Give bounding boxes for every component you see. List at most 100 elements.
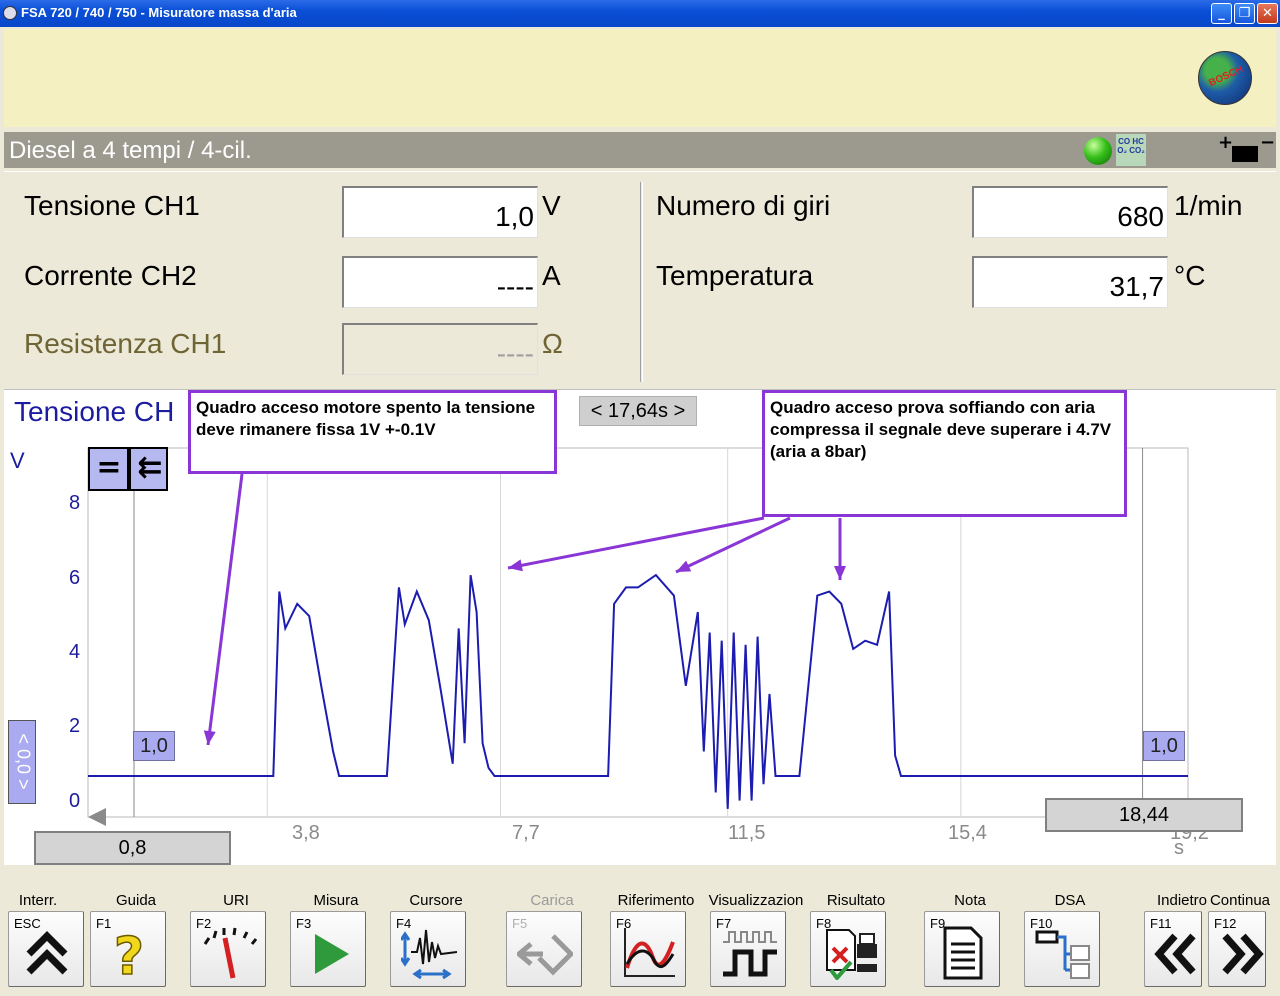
fkey-caption: Visualizzazion [708,892,804,909]
load-arrow-icon [517,934,573,976]
corrente-ch2-label: Corrente CH2 [24,260,197,291]
fkey-f12[interactable]: Continua F12 [1204,866,1280,996]
zoom-control[interactable]: = ⇇ [88,447,168,491]
fkey-button[interactable]: F8 [810,911,886,987]
question-mark-icon: ? [113,926,145,980]
fkey-caption: DSA [1054,892,1086,909]
square-wave-icon [723,931,777,977]
title-bar: FSA 720 / 740 / 750 - Misuratore massa d… [0,0,1280,27]
temperatura-value: 31,7 [972,256,1168,308]
document-icon [943,926,983,980]
corrente-ch2-value: ---- [342,256,538,308]
measurement-panel: Tensione CH1 1,0 V Corrente CH2 ---- A R… [4,171,1276,389]
dsa-tree-icon [1035,930,1090,979]
cursor-left-value[interactable]: 0,8 [34,831,231,865]
y-tick-label: 2 [69,715,81,737]
fkey-caption: URI [223,892,249,909]
zoom-shrink-icon[interactable]: ⇇ [131,449,169,489]
minimize-button[interactable]: _ [1211,3,1232,24]
y-tick-label: 4 [69,641,81,663]
brand-label: BOSCH [1207,63,1245,90]
reference-curve-icon [624,928,675,977]
fkey-f6[interactable]: Riferimento F6 [606,866,706,996]
fkey-button[interactable]: F9 [924,911,1000,987]
numero-giri-label: Numero di giri [656,190,831,221]
annotation-arrowhead [508,559,523,572]
fkey-f7[interactable]: Visualizzazion F7 [706,866,806,996]
offset-label: < 0,0 > [13,733,34,790]
fkey-f2[interactable]: URI F2 [186,866,286,996]
fkey-f9[interactable]: Nota F9 [920,866,1020,996]
x-tick-label: 15,4 [948,822,987,844]
battery-icon: + − [1218,132,1275,166]
play-icon [315,934,349,974]
double-chevron-up-icon [26,931,68,975]
temperatura-unit: °C [1174,260,1206,291]
fkey-caption: Interr. [18,892,58,909]
header-band: BOSCH [4,29,1276,127]
fkey-caption: Riferimento [617,892,695,909]
engine-type-label: Diesel a 4 tempi / 4-cil. [9,137,252,164]
y-tick-label: 0 [69,790,81,812]
corrente-ch2-unit: A [542,260,561,291]
fkey-button[interactable]: ESC [8,911,84,987]
y-tick-label: 8 [69,492,81,514]
annotation-arrow [206,473,244,746]
y-axis-unit: V [10,448,25,473]
fkey-button[interactable]: F11 [1144,911,1202,987]
fkey-button[interactable]: F12 [1208,911,1266,987]
x-tick-label: 7,7 [512,822,540,844]
chart-title: Tensione CH [14,396,175,427]
battery-plus: + [1218,132,1234,153]
resistenza-ch1-value: ---- [342,323,538,375]
close-button[interactable]: ✕ [1257,3,1278,24]
offset-control[interactable]: < 0,0 > [8,720,36,804]
y-tick-label: 6 [69,567,81,589]
x-tick-label: 3,8 [292,822,320,844]
callout-note-right: Quadro acceso prova soffiando con aria c… [762,390,1127,517]
zero-marker [88,808,106,826]
fkey-f3[interactable]: Misura F3 [286,866,386,996]
fkey-button[interactable]: F10 [1024,911,1100,987]
emission-badge-text: CO HC [1118,137,1144,146]
fkey-caption: Nota [954,892,986,909]
annotation-arrowhead [834,566,846,580]
marker-left-value: 1,0 [133,731,175,761]
fkey-caption: Continua [1209,892,1271,909]
fkey-button[interactable]: F6 [610,911,686,987]
oscilloscope-panel: Tensione CH < 17,64s > V 8 6 4 2 0 3,8 7… [4,389,1276,865]
status-ok-icon [1084,137,1112,165]
temperatura-label: Temperatura [656,260,814,291]
cursor-right-value[interactable]: 18,44 [1045,798,1243,832]
fkey-button[interactable]: F7 [710,911,786,987]
fkey-caption: Guida [115,892,157,909]
annotation-arrow [675,516,791,574]
double-chevron-right-icon [1222,933,1264,975]
maximize-button[interactable]: ❐ [1234,3,1255,24]
bosch-globe-logo: BOSCH [1198,51,1252,105]
signal-line [88,573,1188,809]
engine-bar: Diesel a 4 tempi / 4-cil. CO HC O₂ CO₂ +… [4,132,1276,168]
fkey-caption: Carica [530,892,574,909]
tensione-ch1-label: Tensione CH1 [24,190,200,221]
fkey-f4[interactable]: Cursore F4 [386,866,486,996]
app-window: { "window": { "title": "FSA 720 / 740 / … [0,0,1280,996]
tensione-ch1-unit: V [542,190,561,221]
fkey-button[interactable]: F1 ? [90,911,166,987]
double-chevron-left-icon [1154,933,1196,975]
time-window-display[interactable]: < 17,64s > [579,396,697,426]
resistenza-ch1-label: Resistenza CH1 [24,328,227,359]
numero-giri-value: 680 [972,186,1168,238]
fkey-f8[interactable]: Risultato F8 [806,866,906,996]
fkey-button[interactable]: F4 [390,911,466,987]
fkey-f5: Carica F5 [502,866,602,996]
fkey-f10[interactable]: DSA F10 [1020,866,1120,996]
window-title: FSA 720 / 740 / 750 - Misuratore massa d… [21,5,297,20]
fkey-f1[interactable]: Guida F1 ? [86,866,186,996]
fkey-button[interactable]: F3 [290,911,366,987]
fkey-button[interactable]: F2 [190,911,266,987]
zoom-expand-icon[interactable]: = [90,449,128,489]
function-key-bar: Interr. ESC Guida F1 ? URI F2 Misura F3 … [0,866,1280,996]
battery-body [1232,146,1258,162]
annotation-arrow [507,516,765,570]
